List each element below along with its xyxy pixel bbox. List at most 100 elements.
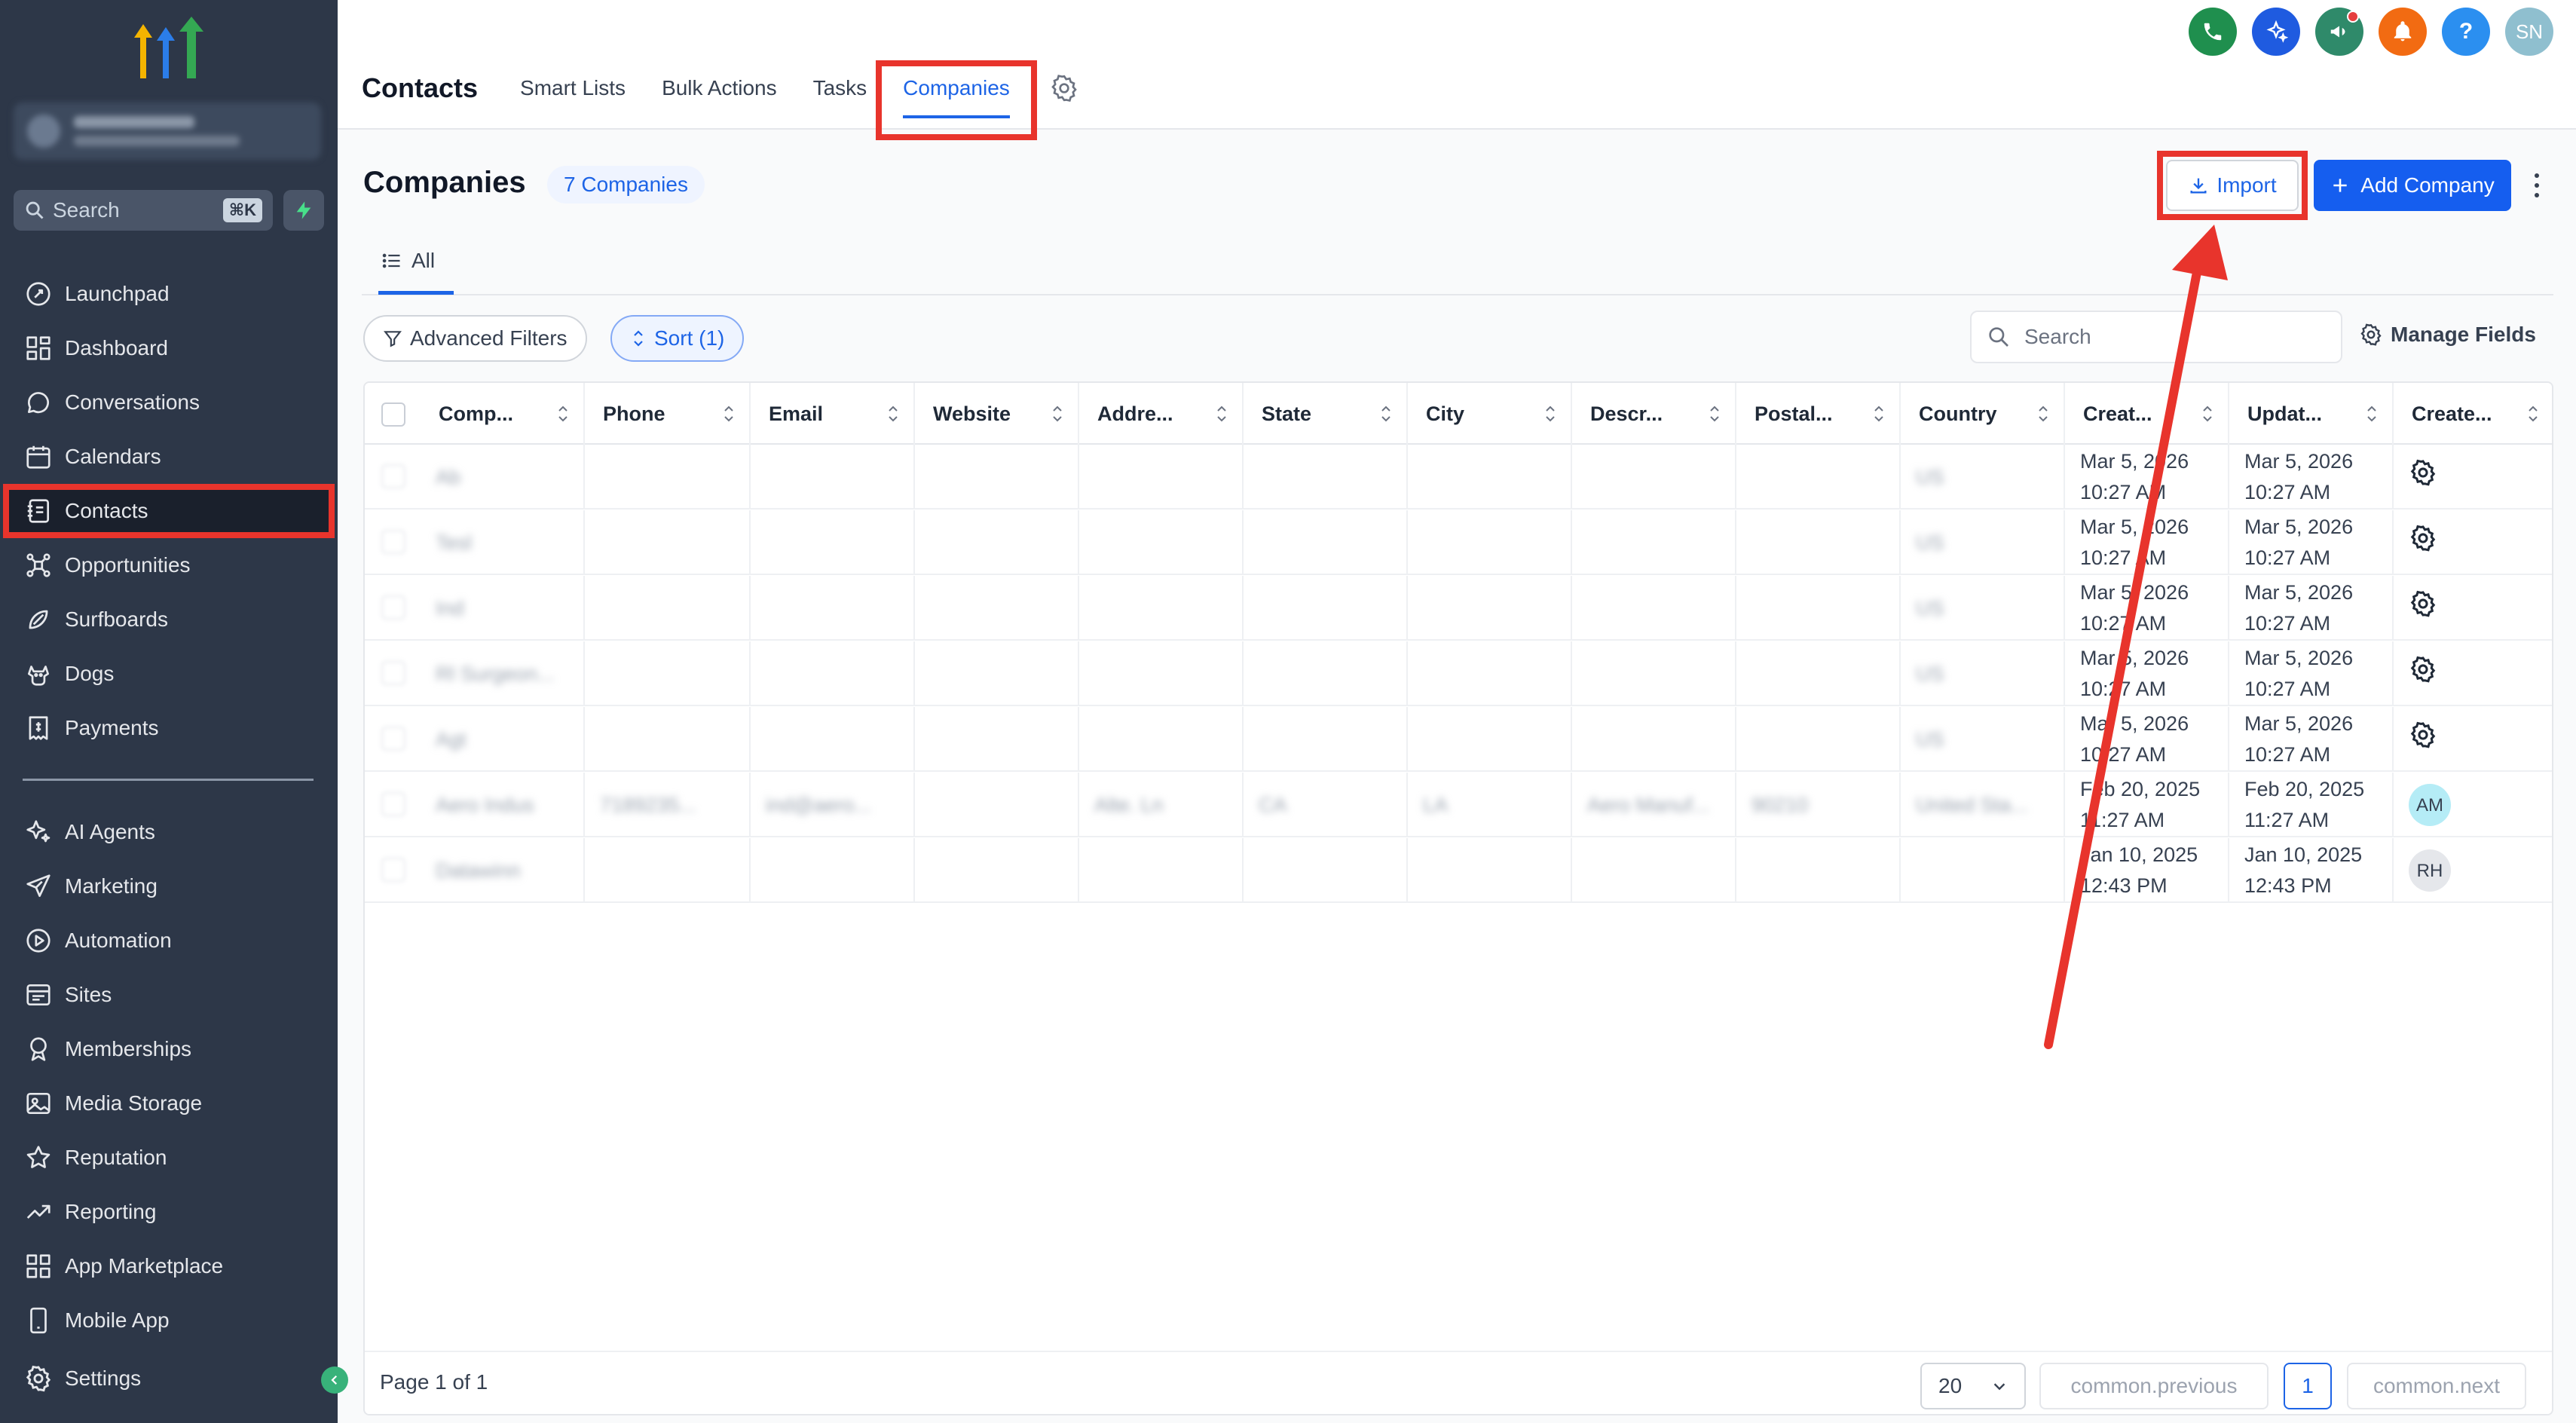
next-page-button[interactable]: common.next [2347, 1363, 2526, 1409]
sidebar-item-label: Opportunities [65, 553, 191, 577]
sort-arrows-icon[interactable] [2366, 404, 2377, 424]
sidebar-item-payments[interactable]: Payments [0, 701, 338, 755]
column-header[interactable]: Phone [585, 383, 751, 445]
table-row[interactable]: Datawinn Jan 10, 2025 12:43 PM Jan 10, 2025… [365, 838, 2552, 903]
sidebar-item-marketing[interactable]: Marketing [0, 859, 338, 913]
row-checkbox[interactable] [381, 727, 405, 751]
sort-button[interactable]: Sort (1) [610, 315, 745, 362]
cell-value: Datawinn [436, 858, 521, 882]
chevron-left-icon [331, 1375, 338, 1385]
column-header[interactable]: Comp... [421, 383, 585, 445]
ai-assistant-button[interactable] [2252, 8, 2300, 56]
user-avatar[interactable]: SN [2505, 8, 2553, 56]
sidebar-item-surfboards[interactable]: Surfboards [0, 592, 338, 647]
row-checkbox[interactable] [381, 530, 405, 554]
sidebar-item-contacts[interactable]: Contacts [3, 484, 335, 538]
column-header[interactable]: Email [751, 383, 915, 445]
sidebar-item-reporting[interactable]: Reporting [0, 1185, 338, 1239]
sidebar-item-sites[interactable]: Sites [0, 968, 338, 1022]
column-header[interactable]: Creat... [2065, 383, 2229, 445]
sidebar-item-mobile-app[interactable]: Mobile App [0, 1293, 338, 1334]
cell-value: US [1916, 662, 1944, 685]
quick-action-button[interactable] [283, 190, 324, 231]
sidebar-item-launchpad[interactable]: Launchpad [0, 267, 338, 321]
tab-smart-lists[interactable]: Smart Lists [520, 76, 626, 100]
sort-arrows-icon[interactable] [888, 404, 898, 424]
sort-arrows-icon[interactable] [1545, 404, 1556, 424]
notifications-button[interactable] [2379, 8, 2427, 56]
per-page-select[interactable]: 20 [1920, 1363, 2026, 1409]
table-footer: Page 1 of 1 20 common.previous 1 common.… [365, 1351, 2552, 1414]
table-row[interactable]: Agt US Mar 5, 2026 10:27 AM Mar 5, 2026 10:27… [365, 707, 2552, 772]
sort-arrows-icon[interactable] [558, 404, 568, 424]
more-options-icon[interactable] [2528, 167, 2546, 204]
advanced-filters-button[interactable]: Advanced Filters [363, 315, 587, 362]
sidebar-item-ai-agents[interactable]: AI Agents [0, 805, 338, 859]
sort-arrows-icon[interactable] [2202, 404, 2213, 424]
sidebar-item-automation[interactable]: Automation [0, 913, 338, 968]
column-header[interactable]: Country [1901, 383, 2065, 445]
announcements-button[interactable] [2315, 8, 2363, 56]
sidebar-item-calendars[interactable]: Calendars [0, 430, 338, 484]
sidebar-item-conversations[interactable]: Conversations [0, 375, 338, 430]
sidebar-item-reputation[interactable]: Reputation [0, 1131, 338, 1185]
phone-button[interactable] [2189, 8, 2237, 56]
add-company-button[interactable]: Add Company [2314, 160, 2511, 211]
sort-arrows-icon[interactable] [1052, 404, 1063, 424]
sort-arrows-icon[interactable] [724, 404, 734, 424]
cell-city [1408, 838, 1572, 903]
tab-bulk-actions[interactable]: Bulk Actions [662, 76, 777, 100]
sort-arrows-icon[interactable] [1874, 404, 1884, 424]
sort-arrows-icon[interactable] [1709, 404, 1720, 424]
cell-value: 7189235... [600, 793, 696, 816]
cell-company: Ind [421, 576, 585, 641]
manage-fields-button[interactable]: Manage Fields [2359, 323, 2536, 347]
view-tab-all[interactable]: All [381, 249, 435, 273]
sidebar-item-media-storage[interactable]: Media Storage [0, 1076, 338, 1131]
column-header[interactable]: State [1244, 383, 1408, 445]
account-switcher[interactable] [14, 103, 321, 160]
tab-tasks[interactable]: Tasks [813, 76, 867, 100]
image-icon [26, 1092, 50, 1115]
row-checkbox[interactable] [381, 464, 405, 488]
row-checkbox[interactable] [381, 792, 405, 816]
sidebar-collapse-button[interactable] [321, 1366, 348, 1394]
sort-arrows-icon[interactable] [1381, 404, 1391, 424]
sidebar-item-settings[interactable]: Settings [0, 1351, 338, 1406]
table-row[interactable]: Aero Indus 7189235... ind@aero... Alte. Ln C… [365, 773, 2552, 837]
sidebar-item-dashboard[interactable]: Dashboard [0, 321, 338, 375]
table-search-input[interactable]: Search [1970, 311, 2342, 363]
column-header[interactable]: Create... [2394, 383, 2552, 445]
previous-page-button[interactable]: common.previous [2039, 1363, 2269, 1409]
sort-arrows-icon[interactable] [2038, 404, 2048, 424]
row-checkbox[interactable] [381, 858, 405, 882]
column-header[interactable]: Addre... [1079, 383, 1244, 445]
cell-postal [1736, 510, 1901, 575]
cell-created: Mar 5, 2026 10:27 AM [2065, 707, 2229, 772]
table-row[interactable]: Rl Surgeon... US Mar 5, 2026 10:27 AM Mar 5,… [365, 641, 2552, 706]
row-checkbox[interactable] [381, 595, 405, 620]
sort-arrows-icon[interactable] [1216, 404, 1227, 424]
page-number-button[interactable]: 1 [2284, 1363, 2332, 1409]
column-header[interactable]: Website [915, 383, 1079, 445]
column-header[interactable]: Descr... [1572, 383, 1736, 445]
cell-created: Mar 5, 2026 10:27 AM [2065, 641, 2229, 706]
tab-settings-gear-icon[interactable] [1049, 73, 1079, 103]
updated-date: Mar 5, 2026 [2244, 581, 2354, 604]
table-row[interactable]: Tesl US Mar 5, 2026 10:27 AM Mar 5, 2026 10:2… [365, 510, 2552, 575]
sidebar-item-memberships[interactable]: Memberships [0, 1022, 338, 1076]
help-button[interactable]: ? [2442, 8, 2490, 56]
table-row[interactable]: Ind US Mar 5, 2026 10:27 AM Mar 5, 2026 10:27… [365, 576, 2552, 641]
column-header[interactable]: City [1408, 383, 1572, 445]
sidebar-item-app-marketplace[interactable]: App Marketplace [0, 1239, 338, 1293]
cell-updated: Mar 5, 2026 10:27 AM [2229, 707, 2394, 772]
sidebar-search[interactable]: Search ⌘K [14, 190, 273, 231]
sidebar-item-dogs[interactable]: Dogs [0, 647, 338, 701]
sort-arrows-icon[interactable] [2528, 404, 2538, 424]
row-checkbox[interactable] [381, 661, 405, 685]
table-row[interactable]: Ab US Mar 5, 2026 10:27 AM Mar 5, 2026 10:27 … [365, 445, 2552, 510]
sidebar-item-opportunities[interactable]: Opportunities [0, 538, 338, 592]
column-header[interactable]: Postal... [1736, 383, 1901, 445]
column-header[interactable]: Updat... [2229, 383, 2394, 445]
select-all-checkbox[interactable] [381, 402, 405, 427]
